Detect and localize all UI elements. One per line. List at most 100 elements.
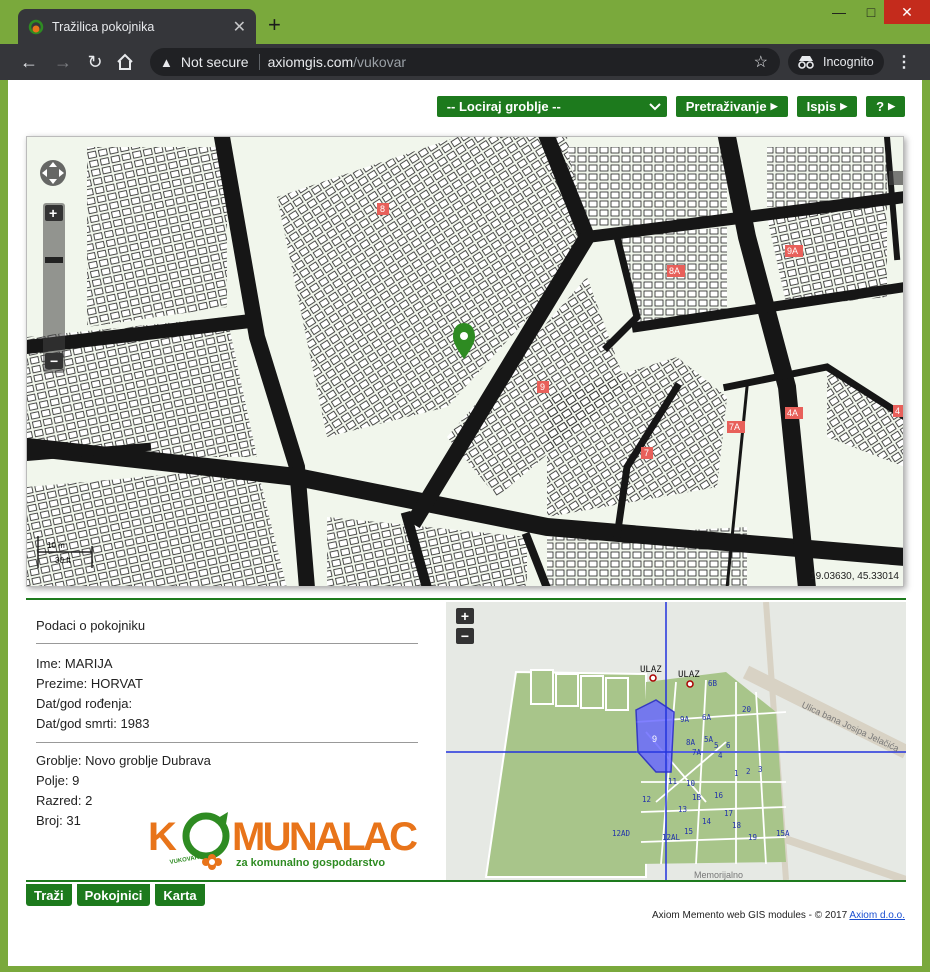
death-date: Dat/god smrti: 1983 [36,716,150,731]
cemetery-name: Groblje: Novo groblje Dubrava [36,753,211,768]
page-content: -- Lociraj groblje -- Pretraživanje ▶ Isp… [8,80,922,966]
field-label-7: 7 [644,448,649,458]
field-label-9: 9 [540,382,545,392]
field-label-4a: 4A [787,408,798,418]
scale-meters-label: 10 m [47,541,65,550]
print-button-label: Ispis [806,99,837,114]
svg-text:2: 2 [746,767,751,776]
section-divider [26,880,906,882]
svg-text:15: 15 [684,827,693,836]
section-divider [26,598,906,600]
field-label-8: 8 [380,204,385,214]
komunalac-favicon-icon [28,19,44,34]
logo-subtitle: za komunalno gospodarstvo [236,857,385,869]
svg-text:11: 11 [668,777,677,786]
tab-close-icon[interactable]: ✕ [233,17,246,37]
svg-text:7A: 7A [692,748,702,757]
svg-text:13: 13 [678,805,687,814]
url-host: axiomgis.com [267,54,354,70]
logo-word: MUNALAC [232,815,418,859]
tab-title: Tražilica pokojnika [52,19,155,34]
address-separator [258,54,260,70]
svg-text:15A: 15A [776,829,790,838]
svg-text:5: 5 [714,741,719,750]
entrance-label: ULAZ [678,670,700,680]
svg-text:12AD: 12AD [612,829,631,838]
selected-field-label: 9 [652,734,657,744]
locate-cemetery-select[interactable]: -- Lociraj groblje -- [436,96,667,117]
print-button[interactable]: Ispis ▶ [796,96,858,117]
svg-text:19: 19 [748,833,757,842]
back-arrow-icon[interactable]: ← [18,51,40,73]
maximize-button[interactable]: □ [856,0,886,24]
search-button-label: Pretraživanje [685,99,767,114]
browser-tab[interactable]: Tražilica pokojnika ✕ [18,9,256,44]
top-toolbar: -- Lociraj groblje -- Pretraživanje ▶ Isp… [436,96,905,118]
help-button[interactable]: ? ▶ [866,96,905,117]
svg-text:9A: 9A [680,715,690,724]
tab-map[interactable]: Karta [155,884,205,906]
overview-map-canvas: 9 ULAZ ULAZ Ulica bana Josipa Jelačića M… [446,602,906,880]
new-tab-button[interactable]: + [268,12,281,38]
grave-field: Polje: 9 [36,773,80,788]
svg-text:16: 16 [714,791,724,800]
locate-cemetery-label: -- Lociraj groblje -- [446,99,561,114]
url-path: /vukovar [353,54,407,70]
chevron-right-icon: ▶ [888,101,895,111]
overview-map[interactable]: 9 ULAZ ULAZ Ulica bana Josipa Jelačića M… [446,602,906,880]
svg-text:17: 17 [724,809,733,818]
bookmark-star-icon[interactable]: ☆ [754,52,768,72]
komunalac-logo: K VUKOVAR MUNALAC za komunalno gospodars… [148,812,418,870]
svg-text:18: 18 [732,821,742,830]
footer: Axiom Memento web GIS modules - © 2017 A… [652,910,905,921]
address-bar[interactable]: ▲ Not secure axiomgis.com/vukovar ☆ [150,48,780,76]
overview-zoom-in-icon[interactable]: + [456,608,474,624]
svg-text:12AL: 12AL [662,833,681,842]
tab-deceased[interactable]: Pokojnici [76,884,151,906]
browser-toolbar: ← → ↻ ▲ Not secure axiomgis.com/vukovar … [0,44,930,80]
svg-text:1B: 1B [692,793,702,802]
svg-text:4: 4 [718,751,723,760]
entrance-label: ULAZ [640,665,662,675]
home-icon[interactable] [114,51,136,73]
field-label-7a: 7A [729,422,740,432]
last-name: Prezime: HORVAT [36,676,143,691]
field-label-4: 4 [895,406,900,416]
memorial-label: Memorijalno [694,870,743,880]
overview-zoom-out-icon[interactable]: − [456,628,474,644]
cursor-coordinates: 19.03630, 45.33014 [810,571,899,582]
chevron-right-icon: ▶ [840,101,848,111]
svg-text:12: 12 [642,795,651,804]
svg-text:10: 10 [686,779,696,788]
search-button[interactable]: Pretraživanje ▶ [675,96,788,117]
bottom-tab-bar: Traži Pokojnici Karta [26,884,205,906]
svg-text:1: 1 [734,769,739,778]
svg-text:6A: 6A [702,713,712,722]
chevron-down-icon [649,102,661,110]
browser-menu-icon[interactable]: ⋮ [896,52,912,72]
svg-text:14: 14 [702,817,712,826]
zoom-in-icon: + [49,205,57,221]
browser-titlebar: Tražilica pokojnika ✕ + — □ ✕ [0,0,930,44]
tab-search[interactable]: Traži [26,884,72,906]
main-map[interactable]: 8 8A 9 9A 7 7A 4A 4 + − 10 m 30 ft 19.03… [26,136,904,587]
close-window-button[interactable]: ✕ [884,0,930,24]
warning-triangle-icon: ▲ [160,54,173,70]
help-button-label: ? [876,99,885,114]
minimize-button[interactable]: — [824,0,854,24]
birth-date: Dat/god rođenja: [36,696,133,711]
layers-icon[interactable] [889,171,903,185]
incognito-indicator[interactable]: Incognito [788,49,884,75]
entrance-marker-icon [649,674,657,682]
zoom-slider[interactable]: + − [43,203,65,373]
forward-arrow-icon[interactable]: → [52,51,74,73]
chevron-right-icon: ▶ [770,101,778,111]
reload-icon[interactable]: ↻ [84,51,106,73]
footer-company-link[interactable]: Axiom d.o.o. [849,910,905,921]
security-label: Not secure [180,54,249,70]
svg-text:8A: 8A [686,738,696,747]
logo-letter-k: K [148,815,177,859]
svg-text:5A: 5A [704,735,714,744]
map-pan-control[interactable] [40,160,66,186]
footer-text: Axiom Memento web GIS modules - © 2017 [651,910,848,921]
